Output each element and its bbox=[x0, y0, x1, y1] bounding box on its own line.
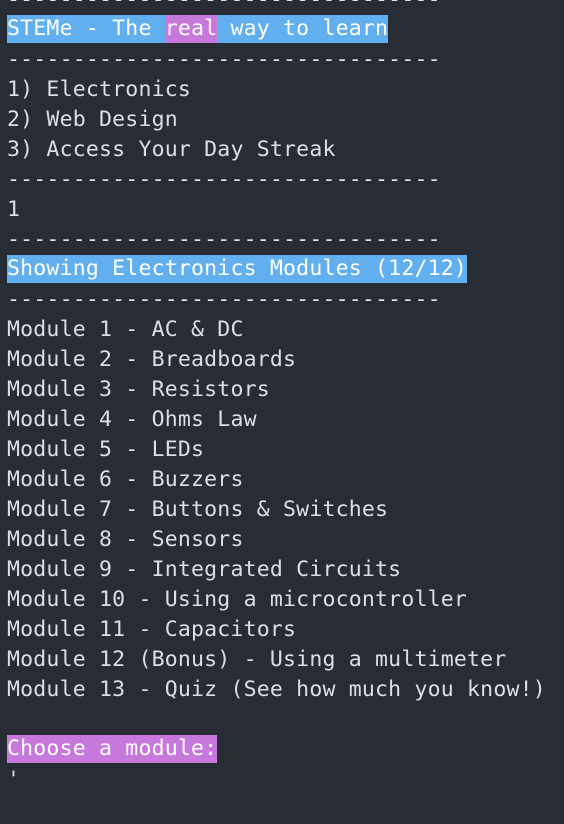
choose-module-prompt: Choose a module: bbox=[7, 735, 218, 763]
module-item: Module 8 - Sensors bbox=[7, 527, 244, 552]
module-item: Module 7 - Buttons & Switches bbox=[7, 497, 389, 522]
module-item: Module 3 - Resistors bbox=[7, 377, 270, 402]
module-item: Module 10 - Using a microcontroller bbox=[7, 587, 468, 612]
banner-prefix: STEMe - The bbox=[7, 15, 165, 43]
banner-suffix: way to learn bbox=[217, 15, 389, 43]
user-input-echo: 1 bbox=[7, 197, 21, 222]
separator-line: --------------------------------- bbox=[7, 0, 564, 15]
module-item: Module 9 - Integrated Circuits bbox=[7, 557, 402, 582]
modules-header: Showing Electronics Modules (12/12) bbox=[7, 255, 468, 283]
separator-line: --------------------------------- bbox=[7, 167, 441, 192]
separator-line: --------------------------------- bbox=[7, 47, 441, 72]
module-item: Module 12 (Bonus) - Using a multimeter bbox=[7, 647, 507, 672]
module-item: Module 5 - LEDs bbox=[7, 437, 205, 462]
input-line[interactable]: ' bbox=[7, 765, 564, 795]
module-item: Module 2 - Breadboards bbox=[7, 347, 297, 372]
prompt-line: Choose a module: bbox=[7, 735, 564, 765]
separator-line: --------------------------------- bbox=[7, 227, 441, 252]
modules-header-line: Showing Electronics Modules (12/12) bbox=[7, 255, 564, 285]
banner-line: STEMe - The real way to learn bbox=[7, 15, 564, 45]
terminal-output: --------------------------------- STEMe … bbox=[7, 0, 564, 795]
module-item: Module 11 - Capacitors bbox=[7, 617, 297, 642]
input-cursor[interactable]: ' bbox=[7, 767, 20, 792]
module-item: Module 1 - AC & DC bbox=[7, 317, 244, 342]
module-item: Module 6 - Buzzers bbox=[7, 467, 244, 492]
terminal-window[interactable]: --------------------------------- STEMe … bbox=[0, 0, 564, 824]
menu-option-day-streak: 3) Access Your Day Streak bbox=[7, 137, 336, 162]
module-item: Module 4 - Ohms Law bbox=[7, 407, 257, 432]
menu-option-electronics: 1) Electronics bbox=[7, 77, 192, 102]
banner-highlight-word: real bbox=[164, 15, 218, 43]
separator-line: --------------------------------- bbox=[7, 287, 441, 312]
module-item: Module 13 - Quiz (See how much you know!… bbox=[7, 677, 546, 702]
menu-option-web-design: 2) Web Design bbox=[7, 107, 178, 132]
